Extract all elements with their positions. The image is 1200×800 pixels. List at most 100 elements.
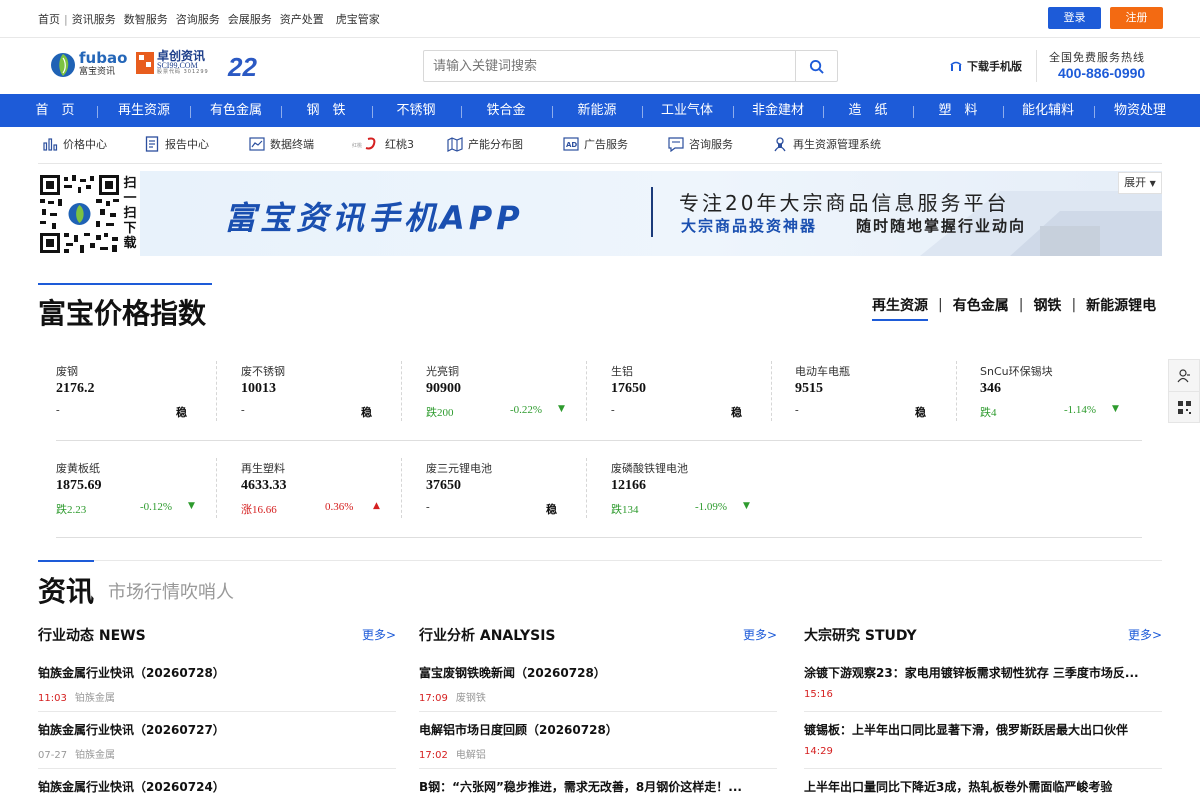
article-item[interactable]: B钢：“六张网”稳步推进，需求无改善，8月钢价这样走！...: [419, 770, 777, 800]
tab-separator: |: [938, 297, 943, 313]
scan-to-download-label: 扫一扫下载: [123, 176, 137, 251]
price-card[interactable]: 废钢 2176.2 - 稳: [56, 363, 226, 423]
article-title[interactable]: 上半年出口量同比下降近3成，热轧板卷外需面临严峻考验: [804, 778, 1162, 795]
nav-new-energy[interactable]: 新能源: [557, 94, 637, 127]
nav-divider: [1094, 106, 1095, 118]
nav-ferroalloy[interactable]: 铁合金: [466, 94, 546, 127]
nav-paper[interactable]: 造 纸: [828, 94, 908, 127]
price-index-tabs: 再生资源 | 有色金属 | 钢铁 | 新能源锂电: [872, 295, 1156, 321]
article-item[interactable]: 电解铝市场日度回顾（20260728） 17:02 电解铝: [419, 713, 777, 769]
nav-divider: [552, 106, 553, 118]
top-link-consulting[interactable]: 咨询服务: [176, 11, 220, 27]
top-link-home[interactable]: 首页: [38, 11, 60, 27]
nav-chemical-auxiliary[interactable]: 能化辅料: [1008, 94, 1088, 127]
top-link-hubao-butler[interactable]: 虎宝管家: [336, 11, 380, 27]
column-heading: 大宗研究 STUDY: [804, 628, 917, 644]
article-title[interactable]: 铂族金属行业快讯（20260728）: [38, 664, 396, 681]
logo-text-cn: 富宝资讯: [79, 67, 116, 77]
top-link-asset-disposal[interactable]: 资产处置: [280, 11, 324, 27]
nav-recycled-resources[interactable]: 再生资源: [104, 94, 184, 127]
price-card[interactable]: SnCu环保锡块 346 跌4 -1.14% ▼: [980, 363, 1150, 423]
service-data-terminal[interactable]: 数据终端: [249, 136, 314, 152]
nav-home[interactable]: 首 页: [20, 94, 90, 127]
price-card[interactable]: 再生塑料 4633.33 涨16.66 0.36% ▲: [241, 460, 411, 520]
search-input[interactable]: [424, 51, 796, 81]
article-item[interactable]: 铂族金属行业快讯（20260727） 07-27 铂族金属: [38, 713, 396, 769]
article-title[interactable]: 电解铝市场日度回顾（20260728）: [419, 721, 777, 738]
search-button[interactable]: [795, 51, 837, 81]
tab-nonferrous[interactable]: 有色金属: [953, 295, 1009, 315]
more-link[interactable]: 更多>: [362, 626, 396, 643]
price-card[interactable]: 废不锈钢 10013 - 稳: [241, 363, 411, 423]
side-toolbar: [1168, 359, 1200, 423]
service-report-center[interactable]: 报告中心: [144, 136, 209, 152]
article-item[interactable]: 铂族金属行业快讯（20260728） 11:03 铂族金属: [38, 656, 396, 712]
article-time: 15:16: [804, 689, 833, 700]
top-link-digital-service[interactable]: 数智服务: [124, 11, 168, 27]
nav-divider: [281, 106, 282, 118]
article-time: 17:02: [419, 750, 448, 761]
service-price-center[interactable]: 价格中心: [42, 136, 107, 152]
article-title[interactable]: 铂族金属行业快讯（20260724）: [38, 778, 396, 795]
customer-service-button[interactable]: [1169, 360, 1199, 391]
more-link[interactable]: 更多>: [1128, 626, 1162, 643]
article-item[interactable]: 铂族金属行业快讯（20260724）: [38, 770, 396, 800]
price-card[interactable]: 废磷酸铁锂电池 12166 跌134 -1.09% ▼: [611, 460, 781, 520]
nav-industrial-gas[interactable]: 工业气体: [647, 94, 727, 127]
service-hongtao3[interactable]: 红桃 红桃3: [352, 136, 414, 152]
article-title[interactable]: 铂族金属行业快讯（20260727）: [38, 721, 396, 738]
more-link[interactable]: 更多>: [743, 626, 777, 643]
article-title[interactable]: 涂镀下游观察23：家电用镀锌板需求韧性犹存 三季度市场反...: [804, 664, 1162, 681]
trend-down-icon: ▼: [188, 501, 195, 511]
article-item[interactable]: 涂镀下游观察23：家电用镀锌板需求韧性犹存 三季度市场反... 15:16: [804, 656, 1162, 712]
price-section-bottom-divider: [56, 537, 1142, 538]
service-advertising[interactable]: AD 广告服务: [563, 136, 628, 152]
nav-stainless[interactable]: 不锈钢: [376, 94, 456, 127]
nav-plastics[interactable]: 塑 料: [918, 94, 998, 127]
tab-steel[interactable]: 钢铁: [1033, 295, 1061, 315]
hongtao-logo-icon: 红桃: [352, 136, 380, 152]
caret-down-icon: ▼: [1149, 179, 1156, 188]
service-recycling-management[interactable]: 再生资源管理系统: [772, 136, 881, 152]
app-promo-banner[interactable]: 富宝资讯手机APP 专注20年大宗商品信息服务平台 大宗商品投资神器 随时随地掌…: [140, 171, 1162, 256]
tab-recycled-resources[interactable]: 再生资源: [872, 295, 928, 321]
price-card[interactable]: 废三元锂电池 37650 - 稳: [426, 460, 596, 520]
qr-code-button[interactable]: [1169, 391, 1199, 422]
nav-divider: [642, 106, 643, 118]
tab-new-energy-lithium[interactable]: 新能源锂电: [1086, 295, 1156, 315]
article-title[interactable]: 富宝废钢铁晚新闻（20260728）: [419, 664, 777, 681]
service-capacity-map[interactable]: 产能分布图: [447, 136, 523, 152]
download-app-label: 下载手机版: [967, 60, 1022, 73]
expand-banner-button[interactable]: 展开 ▼: [1118, 172, 1162, 194]
nav-materials-handling[interactable]: 物资处理: [1100, 94, 1180, 127]
top-link-exhibition[interactable]: 会展服务: [228, 11, 272, 27]
price-index-title: 富宝价格指数: [38, 297, 207, 330]
price-card[interactable]: 生铝 17650 - 稳: [611, 363, 781, 423]
hotline-number[interactable]: 400-886-0990: [1058, 65, 1145, 81]
card-divider: [216, 458, 217, 518]
nav-steel[interactable]: 钢 铁: [286, 94, 366, 127]
service-consulting[interactable]: 咨询服务: [668, 136, 733, 152]
register-button[interactable]: 注册: [1110, 7, 1163, 29]
fubao-logo[interactable]: fubao 富宝资讯: [50, 50, 127, 78]
trend-down-icon: ▼: [743, 501, 750, 511]
article-time: 11:03: [38, 693, 67, 704]
article-item[interactable]: 上半年出口量同比下降近3成，热轧板卷外需面临严峻考验: [804, 770, 1162, 800]
tab-separator: |: [1018, 297, 1024, 313]
banner-tagline-2: 随时随地掌握行业动向: [856, 217, 1027, 235]
download-app-link[interactable]: 下载手机版: [949, 58, 1022, 74]
top-link-news-service[interactable]: 资讯服务: [72, 11, 116, 27]
login-button[interactable]: 登录: [1048, 7, 1101, 29]
news-section-subtitle: 市场行情吹哨人: [108, 582, 234, 603]
article-item[interactable]: 富宝废钢铁晚新闻（20260728） 17:09 废钢铁: [419, 656, 777, 712]
sci99-logo[interactable]: 卓创资讯 SCI99.COM 股票代码 301299: [136, 50, 209, 75]
nav-nonmetal-building[interactable]: 非金建材: [738, 94, 818, 127]
price-card[interactable]: 电动车电瓶 9515 - 稳: [795, 363, 965, 423]
nav-nonferrous[interactable]: 有色金属: [196, 94, 276, 127]
article-title[interactable]: B钢：“六张网”稳步推进，需求无改善，8月钢价这样走！...: [419, 778, 777, 795]
article-title[interactable]: 镀锡板：上半年出口同比显著下滑，俄罗斯跃居最大出口伙伴: [804, 721, 1162, 738]
search-box: [423, 50, 838, 82]
price-card[interactable]: 废黄板纸 1875.69 跌2.23 -0.12% ▼: [56, 460, 226, 520]
article-item[interactable]: 镀锡板：上半年出口同比显著下滑，俄罗斯跃居最大出口伙伴 14:29: [804, 713, 1162, 769]
price-card[interactable]: 光亮铜 90900 跌200 -0.22% ▼: [426, 363, 596, 423]
